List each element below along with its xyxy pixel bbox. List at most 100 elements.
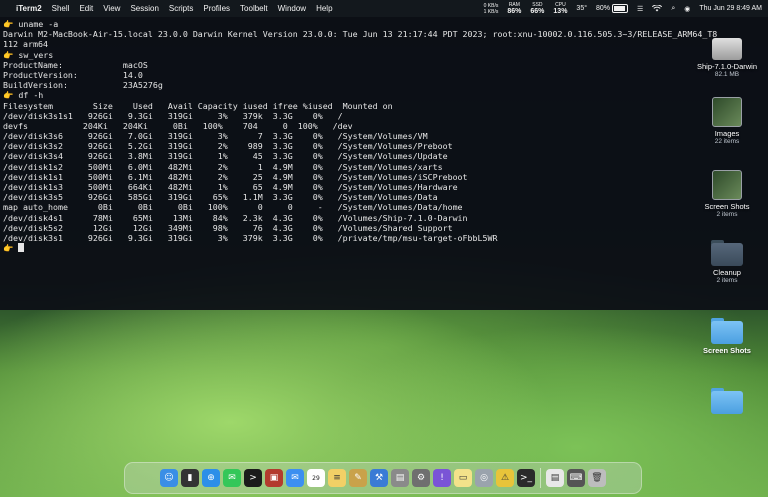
folder-icon <box>711 388 743 414</box>
siri-icon[interactable]: ◉ <box>684 5 690 13</box>
network-down: 1 KB/s <box>483 8 499 15</box>
terminal-line: /dev/disk3s4 926Gi 3.8Mi 319Gi 1% 45 3.3… <box>3 151 448 162</box>
console-icon[interactable]: ⚠ <box>496 469 514 487</box>
safari-icon[interactable]: ⊕ <box>202 469 220 487</box>
finder-icon[interactable]: ☺ <box>160 469 178 487</box>
ram-stat[interactable]: RAM 86% <box>507 2 521 16</box>
terminal-line: /dev/disk1s2 500Mi 6.0Mi 482Mi 2% 1 4.9M… <box>3 161 443 172</box>
stickies-icon[interactable]: ▭ <box>454 469 472 487</box>
desktop-item-sub: 2 items <box>716 277 738 284</box>
desktop-item-label: Cleanup <box>713 268 741 277</box>
terminal-line: ProductVersion: 14.0 <box>3 69 143 80</box>
menu-session[interactable]: Session <box>130 4 158 13</box>
menu-shell[interactable]: Shell <box>52 4 70 13</box>
disk-image-icon <box>712 38 742 60</box>
desktop-item-screenshots-folder[interactable]: Screen Shots <box>687 318 767 355</box>
calendar-icon[interactable]: 29 <box>307 469 325 487</box>
messages-icon[interactable]: ✉ <box>223 469 241 487</box>
datetime[interactable]: Thu Jun 29 8:49 AM <box>699 5 762 12</box>
terminal-icon[interactable]: >_ <box>517 469 535 487</box>
terminal-line: /dev/disk3s5 926Gi 585Gi 319Gi 65% 1.1M … <box>3 192 438 203</box>
desktop-item-label: Screen Shots <box>704 202 750 211</box>
terminal-line: 👉 sw_vers <box>3 49 54 60</box>
menu-view[interactable]: View <box>103 4 120 13</box>
document-icon[interactable]: ▤ <box>546 469 564 487</box>
trash-icon[interactable]: 🗑 <box>588 469 606 487</box>
mail-icon[interactable]: ✉ <box>286 469 304 487</box>
feedback-icon[interactable]: ! <box>433 469 451 487</box>
folder-icon <box>711 318 743 344</box>
ssd-value: 66% <box>530 7 545 15</box>
terminal-line: 112 arm64 <box>3 39 48 50</box>
terminal-line: /dev/disk1s1 500Mi 6.1Mi 482Mi 2% 25 4.9… <box>3 171 468 182</box>
desktop-item-screenshots-stack[interactable]: Screen Shots 2 items <box>687 170 767 218</box>
terminal-line: /dev/disk4s1 78Mi 65Mi 13Mi 84% 2.3k 4.3… <box>3 212 468 223</box>
search-icon[interactable]: ⌕ <box>671 5 675 13</box>
xcode-icon[interactable]: ⚒ <box>370 469 388 487</box>
temperature[interactable]: 35° <box>576 5 587 12</box>
desktop-item-label: Screen Shots <box>703 346 751 355</box>
terminal-line: /dev/disk3s1 926Gi 9.3Gi 319Gi 3% 379k 3… <box>3 232 498 243</box>
keyboard-icon[interactable]: ⌨ <box>567 469 585 487</box>
menu-scripts[interactable]: Scripts <box>169 4 193 13</box>
desktop-item-sub: 22 items <box>714 138 740 145</box>
terminal-line: /dev/disk5s2 12Gi 12Gi 349Mi 98% 76 4.3G… <box>3 222 453 233</box>
desktop-item-cleanup[interactable]: Cleanup 2 items <box>687 240 767 284</box>
screenshot-thumbnail-icon <box>712 170 742 200</box>
desktop-item-ship-disk[interactable]: Ship-7.1.0-Darwin 82.1 MB <box>687 38 767 78</box>
desktop-item-sub: 82.1 MB <box>714 71 740 78</box>
terminal-line: 👉 df -h <box>3 90 44 101</box>
menu-profiles[interactable]: Profiles <box>203 4 230 13</box>
prompt-icon: 👉 <box>3 243 19 254</box>
terminal-line: Darwin M2-MacBook-Air-15.local 23.0.0 Da… <box>3 29 718 40</box>
cpu-stat[interactable]: CPU 13% <box>553 2 567 16</box>
menu-window[interactable]: Window <box>278 4 306 13</box>
ssd-stat[interactable]: SSD 66% <box>530 2 544 16</box>
desktop-item-label: Ship-7.1.0-Darwin <box>696 62 758 71</box>
terminal-line: /dev/disk3s2 926Gi 5.2Gi 319Gi 2% 989 3.… <box>3 141 453 152</box>
terminal-window[interactable]: 👉 uname -a Darwin M2-MacBook-Air-15.loca… <box>0 17 768 310</box>
desktop-item-sub: 2 items <box>716 211 738 218</box>
ram-value: 86% <box>507 7 522 15</box>
network-stat[interactable]: 0 KB/s 1 KB/s <box>484 3 499 15</box>
terminal-line: map auto_home 0Bi 0Bi 0Bi 100% 0 0 - /Sy… <box>3 202 463 213</box>
battery-icon <box>612 4 629 13</box>
battery-status[interactable]: 80% <box>596 4 629 13</box>
menu-edit[interactable]: Edit <box>79 4 93 13</box>
terminal-line: Filesystem Size Used Avail Capacity iuse… <box>3 100 393 111</box>
menu-bar-left: iTerm2 Shell Edit View Session Scripts P… <box>6 4 333 13</box>
disk-utility-icon[interactable]: ◎ <box>475 469 493 487</box>
menu-bar: iTerm2 Shell Edit View Session Scripts P… <box>0 0 768 17</box>
terminal-line: /dev/disk3s1s1 926Gi 9.3Gi 319Gi 3% 379k… <box>3 110 343 121</box>
terminal-line: /dev/disk3s6 926Gi 7.0Gi 319Gi 3% 7 3.3G… <box>3 131 428 142</box>
menu-bar-extras: 0 KB/s 1 KB/s RAM 86% SSD 66% CPU 13% 35… <box>484 2 762 16</box>
scripts-icon[interactable]: ✎ <box>349 469 367 487</box>
terminal-line: devfs 204Ki 204Ki 0Bi 100% 704 0 100% /d… <box>3 120 353 131</box>
desktop-item-images[interactable]: Images 22 items <box>687 97 767 145</box>
iterm-icon[interactable]: > <box>244 469 262 487</box>
terminal-line: 👉 uname -a <box>3 19 59 29</box>
terminal-prompt-line[interactable]: 👉 <box>3 243 765 253</box>
prompt-icon: 👉 <box>3 49 19 60</box>
menu-help[interactable]: Help <box>316 4 332 13</box>
folder-icon <box>711 240 743 266</box>
battery-percent: 80% <box>596 5 611 12</box>
prompt-icon: 👉 <box>3 90 19 101</box>
menu-toolbelt[interactable]: Toolbelt <box>240 4 268 13</box>
terminal-line: ProductName: macOS <box>3 59 148 70</box>
terminal-small-icon[interactable]: ▮ <box>181 469 199 487</box>
dock: ☺ ▮ ⊕ ✉ > ▣ ✉ 29 ≡ ✎ ⚒ ▤ ⚙! ▭ ◎ ⚠ >_ ▤ ⌨ 🗑 <box>124 462 642 494</box>
photo-booth-icon[interactable]: ▣ <box>265 469 283 487</box>
system-settings-icon[interactable]: ⚙ <box>412 469 430 487</box>
prompt-icon: 👉 <box>3 19 19 29</box>
desktop-item-label: Images <box>714 129 740 138</box>
preview-icon[interactable]: ▤ <box>391 469 409 487</box>
image-thumbnail-icon <box>712 97 742 127</box>
control-center-icon[interactable]: ☰ <box>637 5 643 13</box>
dock-separator <box>540 468 541 488</box>
terminal-line: /dev/disk1s3 500Mi 664Ki 482Mi 1% 65 4.9… <box>3 182 458 192</box>
wifi-icon[interactable] <box>652 5 663 12</box>
notes-icon[interactable]: ≡ <box>328 469 346 487</box>
desktop-item-folder[interactable] <box>687 388 767 416</box>
menu-app-name[interactable]: iTerm2 <box>16 4 42 13</box>
